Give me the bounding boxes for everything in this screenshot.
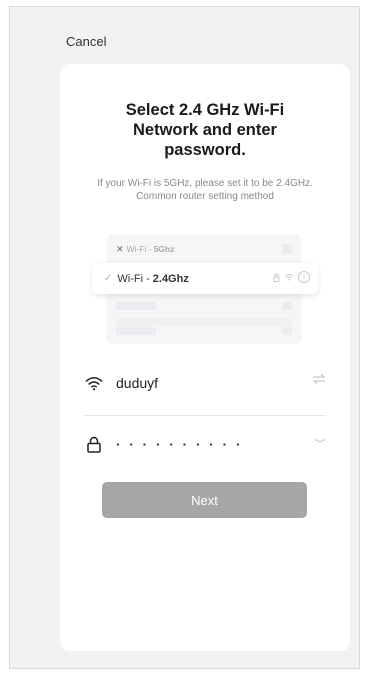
x-icon: ✕	[116, 243, 124, 254]
illus-24ghz-prefix: Wi-Fi -	[117, 272, 150, 285]
field-divider	[84, 415, 326, 416]
check-icon: ✓	[104, 273, 113, 284]
router-help-text[interactable]: If your Wi-Fi is 5GHz, please set it to …	[60, 177, 350, 203]
placeholder-bar	[116, 318, 292, 326]
cancel-button[interactable]: Cancel	[66, 34, 106, 49]
ssid-value[interactable]: duduyf	[116, 375, 158, 391]
page-title: Select 2.4 GHz Wi-Fi Network and enter p…	[125, 101, 285, 159]
wifi-small-icon	[284, 273, 294, 281]
illus-status-icons: i	[273, 271, 310, 283]
wifi-icon	[84, 373, 104, 393]
app-screen: Cancel Select 2.4 GHz Wi-Fi Network and …	[9, 6, 360, 669]
illus-row-5ghz: ✕ Wi-Fi - 5Ghz	[116, 240, 292, 258]
lock-icon	[84, 434, 104, 454]
network-band-illustration: ✕ Wi-Fi - 5Ghz ✓ Wi-Fi - 2.4Ghz i	[92, 234, 318, 344]
lock-small-icon	[273, 273, 280, 282]
info-icon: i	[298, 271, 310, 283]
swap-icon[interactable]	[312, 373, 326, 388]
eye-closed-icon[interactable]	[314, 434, 326, 448]
password-value[interactable]: ··········	[116, 437, 249, 452]
placeholder-block	[282, 244, 292, 254]
illus-5ghz-band: 5Ghz	[153, 244, 175, 254]
illus-row-24ghz: ✓ Wi-Fi - 2.4Ghz i	[92, 263, 318, 294]
next-button[interactable]: Next	[102, 482, 307, 518]
placeholder-block	[282, 302, 292, 310]
illus-5ghz-prefix: Wi-Fi -	[126, 244, 152, 254]
illus-24ghz-band: 2.4Ghz	[152, 272, 189, 285]
wifi-setup-card: Select 2.4 GHz Wi-Fi Network and enter p…	[60, 64, 350, 651]
placeholder-bar	[116, 327, 156, 335]
placeholder-bar	[116, 302, 156, 310]
placeholder-block	[282, 327, 292, 335]
password-field[interactable]: ··········	[84, 426, 326, 462]
wifi-ssid-field[interactable]: duduyf	[84, 365, 326, 401]
